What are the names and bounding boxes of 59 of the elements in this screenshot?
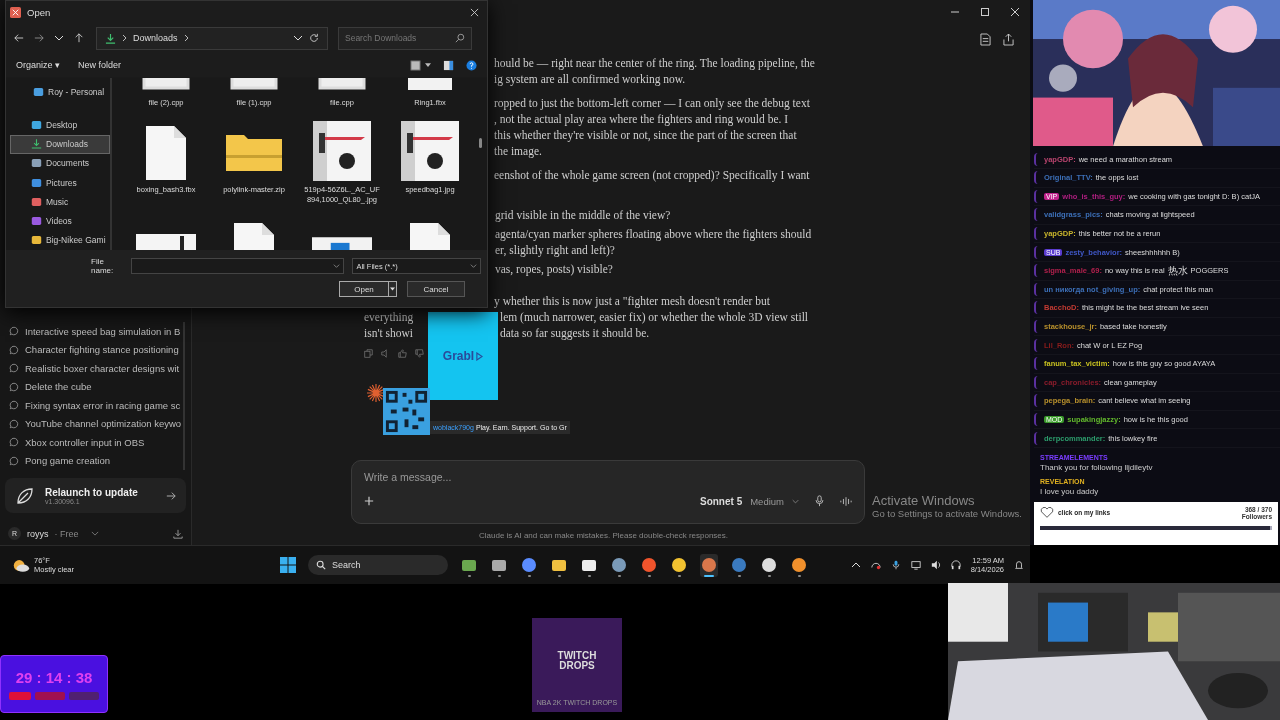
message-text: y whether this is now just a "fighter mesh doesn't render but [494,294,770,309]
timer-text: 29 : 14 : 38 [15,668,93,686]
message-text: data so far suggests it should be. [500,326,650,341]
message-text: ig system are all confirmed working now. [494,72,686,87]
conversation-item[interactable]: YouTube channel optimization keywo [0,414,183,433]
nav-item[interactable]: Pictures [10,173,110,193]
message-text: the image. [494,144,542,159]
activation-hint: Go to Settings to activate Windows. [872,508,1022,519]
conversation-item[interactable]: Xbox controller input in OBS [0,433,183,452]
message-text: grid visible in the middle of the view? [495,208,671,223]
alert-message: I love you daddy [1040,486,1099,496]
message-text: lem (much narrower, easier fix) or whether the whole 3D view still [500,310,809,325]
message-text: hould be — right near the center of the ring. The loading pipeline, the [494,56,815,71]
conversation-item[interactable]: Realistic boxer character designs wit [0,359,183,378]
update-title: Relaunch to update [45,486,139,498]
nav-item[interactable]: Documents [10,153,110,173]
taskbar-search[interactable]: Search [308,555,448,575]
message-text: agenta/cyan marker spheres floating above where the fighters should [495,227,812,242]
file-name-label: File name: [91,257,115,275]
message-composer[interactable]: Write a message... Sonnet 5 Medium [351,460,865,524]
new-folder-button[interactable]: New folder [78,60,122,70]
message-text: , not the actual play area where the fighters and ring would be. I [494,112,789,127]
nav-item[interactable]: Roy - Personal [10,82,110,102]
disclaimer-text: Claude is AI and can make mistakes. Please double-check responses. [479,531,729,540]
organize-menu[interactable]: Organize ▾ [16,60,61,70]
conversation-item[interactable]: Delete the cube [0,377,183,396]
conversation-item[interactable]: Fixing syntax error in racing game sc [0,396,183,415]
alert-message: Thank you for following lljdileytv [1040,462,1153,472]
nav-item[interactable]: Downloads [10,134,110,154]
message-input[interactable]: Write a message... [364,471,852,483]
message-text: eenshot of the whole game screen (not cropped)? Specifically I want [494,168,810,183]
ad-card[interactable]: GrabI [428,312,498,400]
plan-label: · Free [54,528,79,539]
nav-item[interactable]: Big-Nikee Gami [10,230,110,250]
nav-item[interactable]: Desktop [10,115,110,135]
message-text: everything [364,310,415,325]
nav-item[interactable]: Videos [10,211,110,231]
open-button[interactable]: Open [339,281,389,297]
address-bar[interactable]: Downloads [96,26,328,50]
drops-title: TWITCH DROPS [556,650,598,671]
effort-selector[interactable]: Medium [750,495,784,507]
conversation-item[interactable]: Pong game creation [0,451,183,470]
model-selector[interactable]: Sonnet 5 [699,495,743,507]
message-text: er, slightly right and left)? [495,243,615,258]
nav-item[interactable]: Music [10,192,110,212]
message-text: vas, ropes, posts) visible? [495,262,613,277]
search-field[interactable]: Search Downloads [338,26,472,50]
activation-title: Activate Windows [872,493,976,508]
cancel-button[interactable]: Cancel [407,281,465,297]
conversation-item[interactable]: Interactive speed bag simulation in B [0,322,183,341]
dialog-title: Open [27,6,51,18]
message-text: this whether they're visible or not, since the part of the screen that [494,128,797,143]
user-name: royys [27,528,49,539]
message-text: ropped to just the bottom-left corner — I can only see the debug text [494,96,810,111]
conversation-item[interactable]: Character fighting stance positioning [0,340,183,359]
chat-message: 热水 [1167,264,1188,277]
ad-logo: GrabI [442,349,475,363]
message-text: isn't showi [364,326,415,341]
breadcrumb[interactable]: Downloads [133,33,178,43]
